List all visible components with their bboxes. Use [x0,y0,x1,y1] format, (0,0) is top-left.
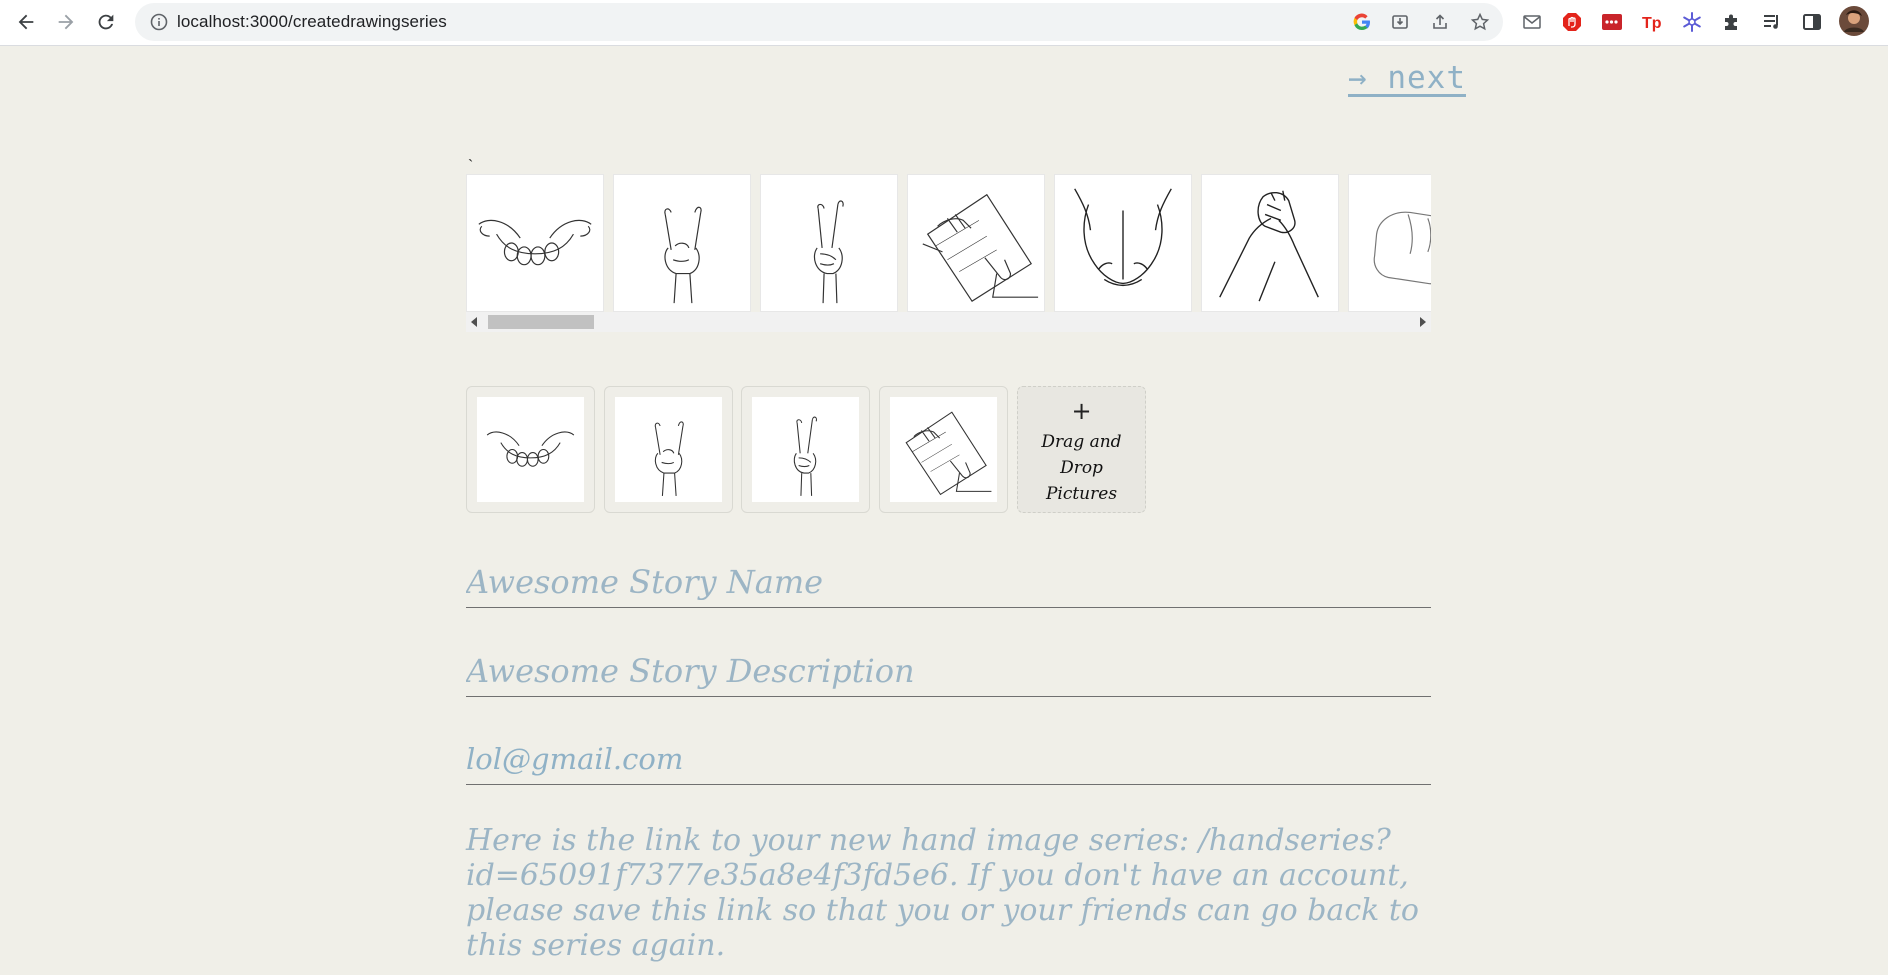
side-panel-icon[interactable] [1798,8,1826,36]
story-description-input[interactable] [466,649,1431,697]
teleparty-icon[interactable]: Tp [1638,8,1666,36]
lastpass-icon[interactable] [1598,8,1626,36]
selected-image-peace-sign-hand[interactable] [741,386,870,513]
install-app-icon[interactable] [1388,10,1412,34]
scrollbar-thumb[interactable] [488,315,594,329]
address-bar[interactable]: localhost:3000/createdrawingseries [135,3,1503,41]
drag-and-drop-zone[interactable]: + Drag and Drop Pictures [1017,386,1146,513]
share-icon[interactable] [1428,10,1452,34]
carousel-image-clasped-wrists[interactable] [1201,174,1339,312]
profile-avatar[interactable] [1838,5,1870,37]
selected-image-open-cupped-hands[interactable] [466,386,595,513]
carousel-image-cupped-hands-pair[interactable] [1054,174,1192,312]
story-name-input[interactable] [466,560,1431,608]
media-control-icon[interactable] [1758,8,1786,36]
info-icon[interactable] [149,12,169,32]
carousel-image-open-cupped-hands[interactable] [466,174,604,312]
scroll-left-arrow-icon[interactable] [471,317,477,327]
series-link-message: Here is the link to your new hand image … [466,823,1419,963]
reload-icon[interactable] [90,6,122,38]
carousel-image-peace-sign-hand[interactable] [760,174,898,312]
google-icon[interactable] [1350,10,1374,34]
url-text[interactable]: localhost:3000/createdrawingseries [177,12,447,32]
carousel-image-hands-writing-on-paper[interactable] [907,174,1045,312]
scroll-right-arrow-icon[interactable] [1420,317,1426,327]
next-link[interactable]: → next [1348,60,1466,96]
svg-text:Tp: Tp [1642,15,1662,32]
image-carousel[interactable] [466,174,1431,332]
puzzle-extensions-icon[interactable] [1718,8,1746,36]
selected-image-rock-sign-hand[interactable] [604,386,733,513]
forward-arrow-icon[interactable] [50,6,82,38]
browser-toolbar: localhost:3000/createdrawingseries Tp [0,0,1888,46]
plus-icon: + [1071,397,1092,425]
carousel-image-rock-sign-hand[interactable] [613,174,751,312]
carousel-horizontal-scrollbar[interactable] [466,312,1431,332]
back-arrow-icon[interactable] [10,6,42,38]
adblock-icon[interactable] [1558,8,1586,36]
dropzone-label: Drag and Drop Pictures [1041,432,1122,504]
star-icon[interactable] [1468,10,1492,34]
snowflake-icon[interactable] [1678,8,1706,36]
selected-image-hands-writing-on-paper[interactable] [879,386,1008,513]
email-input[interactable] [466,737,1431,785]
carousel-image-fist-hand[interactable] [1348,174,1431,312]
mail-icon[interactable] [1518,8,1546,36]
